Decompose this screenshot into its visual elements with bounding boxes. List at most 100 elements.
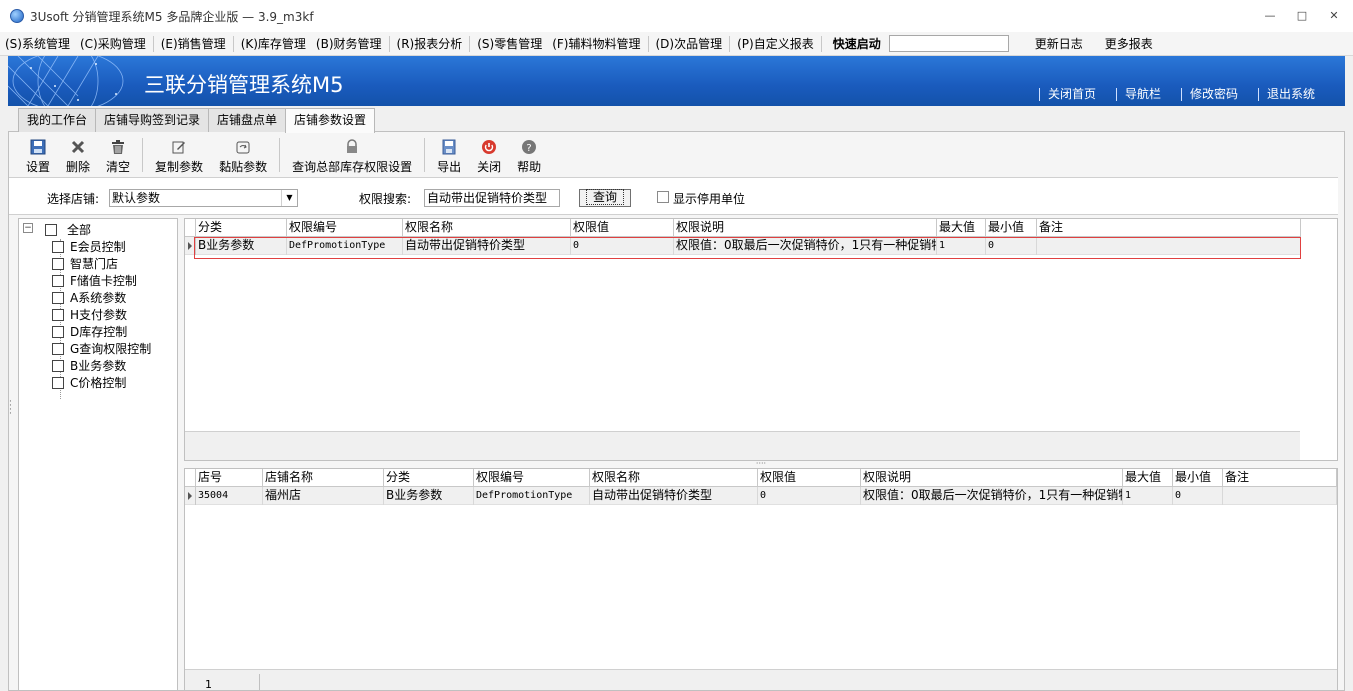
- minimize-icon[interactable]: —: [1261, 8, 1279, 24]
- table-cell[interactable]: B业务参数: [384, 487, 474, 505]
- tree-checkbox[interactable]: [52, 376, 64, 389]
- menu-finance[interactable]: (B)财务管理: [311, 35, 387, 52]
- column-header[interactable]: 权限说明: [861, 469, 1123, 487]
- column-header[interactable]: 权限编号: [287, 219, 403, 237]
- clear-button[interactable]: 清空: [98, 136, 138, 176]
- close-icon[interactable]: ✕: [1325, 8, 1343, 24]
- column-header[interactable]: 权限名称: [590, 469, 758, 487]
- tree-node-all[interactable]: 全部: [45, 221, 91, 238]
- tree-node-query-permission[interactable]: G查询权限控制: [52, 340, 151, 357]
- tree-checkbox[interactable]: [52, 342, 64, 355]
- table-cell[interactable]: 自动带出促销特价类型: [590, 487, 758, 505]
- table-cell[interactable]: 权限值：0取最后一次促销特价，1只有一种促销特: [674, 237, 937, 255]
- menu-inventory[interactable]: (K)库存管理: [236, 35, 311, 52]
- column-header[interactable]: 分类: [196, 219, 287, 237]
- column-header[interactable]: 最小值: [986, 219, 1037, 237]
- table-cell[interactable]: DefPromotionType: [287, 237, 403, 255]
- tab-store-params[interactable]: 店铺参数设置: [285, 108, 376, 133]
- table-row[interactable]: B业务参数 DefPromotionType 自动带出促销特价类型 0 权限值：…: [185, 237, 1301, 255]
- column-header[interactable]: 店号: [196, 469, 263, 487]
- chevron-down-icon[interactable]: ▼: [281, 190, 297, 206]
- tree-node-inventory-control[interactable]: D库存控制: [52, 323, 127, 340]
- column-header[interactable]: 最大值: [1123, 469, 1173, 487]
- column-header[interactable]: 权限说明: [674, 219, 937, 237]
- save-button[interactable]: 设置: [18, 136, 58, 176]
- menu-purchase[interactable]: (C)采购管理: [75, 35, 151, 52]
- change-password-link[interactable]: 修改密码: [1180, 88, 1238, 101]
- restore-icon[interactable]: □: [1293, 8, 1311, 24]
- tab-guide-checkin[interactable]: 店铺导购签到记录: [95, 108, 210, 132]
- table-cell[interactable]: 35004: [196, 487, 263, 505]
- tree-node-price-control[interactable]: C价格控制: [52, 374, 126, 391]
- tree-collapse-icon[interactable]: −: [23, 223, 33, 233]
- menu-defects[interactable]: (D)次品管理: [651, 35, 728, 52]
- table-row[interactable]: 35004 福州店 B业务参数 DefPromotionType 自动带出促销特…: [185, 487, 1337, 505]
- tree-checkbox[interactable]: [52, 240, 64, 253]
- tree-checkbox[interactable]: [52, 274, 64, 287]
- menu-reports[interactable]: (R)报表分析: [392, 35, 468, 52]
- table-cell[interactable]: 0: [571, 237, 674, 255]
- column-header[interactable]: 权限编号: [474, 469, 590, 487]
- column-header[interactable]: 备注: [1223, 469, 1337, 487]
- column-header[interactable]: 权限值: [571, 219, 674, 237]
- menu-sales[interactable]: (E)销售管理: [156, 35, 231, 52]
- tree-node-member[interactable]: E会员控制: [52, 238, 126, 255]
- table-cell[interactable]: [1037, 237, 1301, 255]
- menu-changelog[interactable]: 更新日志: [1029, 35, 1089, 52]
- tree-checkbox[interactable]: [52, 325, 64, 338]
- menu-system[interactable]: (S)系统管理: [0, 35, 75, 52]
- show-disabled-checkbox[interactable]: [657, 191, 669, 203]
- tree-checkbox[interactable]: [45, 223, 57, 236]
- logout-link[interactable]: 退出系统: [1257, 88, 1315, 101]
- tab-store-stocktake[interactable]: 店铺盘点单: [208, 108, 287, 132]
- permission-search-input[interactable]: 自动带出促销特价类型: [424, 189, 560, 207]
- tree-node-business-params[interactable]: B业务参数: [52, 357, 126, 374]
- navbar-link[interactable]: 导航栏: [1115, 88, 1161, 101]
- table-cell[interactable]: 0: [758, 487, 861, 505]
- table-cell[interactable]: 权限值：0取最后一次促销特价，1只有一种促销特: [861, 487, 1123, 505]
- tree-checkbox[interactable]: [52, 359, 64, 372]
- panel-grip-icon[interactable]: · · · ·: [9, 398, 12, 419]
- table-cell[interactable]: 0: [1173, 487, 1223, 505]
- quick-launch-input[interactable]: [888, 35, 1009, 52]
- table-cell[interactable]: 1: [1123, 487, 1173, 505]
- quick-launch-label: 快速启动: [832, 37, 881, 51]
- table-cell[interactable]: 0: [986, 237, 1037, 255]
- copy-params-button[interactable]: 复制参数: [147, 136, 211, 176]
- menu-materials[interactable]: (F)辅料物料管理: [547, 35, 645, 52]
- query-button[interactable]: 查询: [579, 189, 631, 207]
- column-header[interactable]: 权限值: [758, 469, 861, 487]
- horizontal-splitter[interactable]: ····: [184, 460, 1338, 468]
- delete-button[interactable]: 删除: [58, 136, 98, 176]
- column-header[interactable]: 权限名称: [403, 219, 571, 237]
- help-button[interactable]: ? 帮助: [509, 136, 549, 176]
- tree-node-system-params[interactable]: A系统参数: [52, 289, 126, 306]
- close-button[interactable]: 关闭: [469, 136, 509, 176]
- column-header[interactable]: 最大值: [937, 219, 986, 237]
- menu-custom-reports[interactable]: (P)自定义报表: [732, 35, 819, 52]
- table-cell[interactable]: 自动带出促销特价类型: [403, 237, 571, 255]
- tree-checkbox[interactable]: [52, 308, 64, 321]
- column-header[interactable]: 店铺名称: [263, 469, 384, 487]
- tree-node-smart-store[interactable]: 智慧门店: [52, 255, 118, 272]
- tree-node-stored-card[interactable]: F储值卡控制: [52, 272, 137, 289]
- paste-params-button[interactable]: 黏贴参数: [211, 136, 275, 176]
- tree-checkbox[interactable]: [52, 291, 64, 304]
- column-header[interactable]: 备注: [1037, 219, 1301, 237]
- close-home-link[interactable]: 关闭首页: [1038, 88, 1096, 101]
- tree-node-payment-params[interactable]: H支付参数: [52, 306, 127, 323]
- menu-more-reports[interactable]: 更多报表: [1099, 35, 1159, 52]
- store-select[interactable]: 默认参数 ▼: [109, 189, 298, 207]
- export-button[interactable]: 导出: [429, 136, 469, 176]
- tab-workbench[interactable]: 我的工作台: [18, 108, 97, 132]
- column-header[interactable]: 最小值: [1173, 469, 1223, 487]
- table-cell[interactable]: 福州店: [263, 487, 384, 505]
- column-header[interactable]: 分类: [384, 469, 474, 487]
- table-cell[interactable]: DefPromotionType: [474, 487, 590, 505]
- menu-retail[interactable]: (S)零售管理: [472, 35, 547, 52]
- query-hq-permission-button[interactable]: 查询总部库存权限设置: [284, 136, 420, 176]
- tree-checkbox[interactable]: [52, 257, 64, 270]
- table-cell[interactable]: 1: [937, 237, 986, 255]
- table-cell[interactable]: B业务参数: [196, 237, 287, 255]
- table-cell[interactable]: [1223, 487, 1337, 505]
